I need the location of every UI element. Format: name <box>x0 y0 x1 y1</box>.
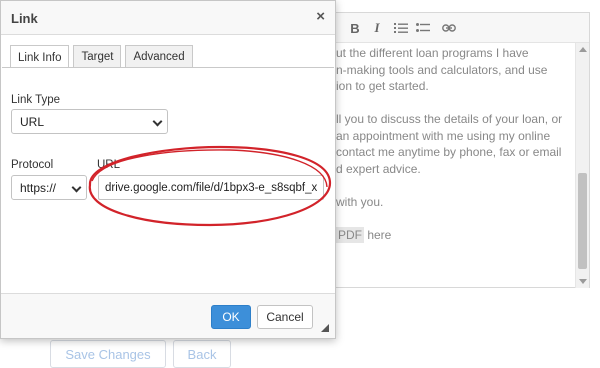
tab-target[interactable]: Target <box>73 45 122 68</box>
bold-button[interactable]: B <box>346 19 364 37</box>
scrollbar-thumb[interactable] <box>578 173 587 269</box>
protocol-select[interactable]: https:// <box>11 175 87 200</box>
tab-link-info[interactable]: Link Info <box>10 45 70 69</box>
url-input[interactable] <box>98 175 324 200</box>
bullet-list-icon <box>416 23 430 32</box>
close-icon[interactable]: × <box>316 9 325 25</box>
editor-line: an appointment with me using my online <box>336 128 551 143</box>
save-changes-button[interactable]: Save Changes <box>50 340 166 368</box>
bold-icon: B <box>350 20 360 36</box>
link-type-select[interactable]: URL <box>11 109 168 134</box>
dialog-tabs: Link Info Target Advanced <box>10 45 197 69</box>
chevron-down-icon <box>152 116 163 127</box>
resize-handle-icon[interactable] <box>321 324 329 332</box>
cancel-button[interactable]: Cancel <box>257 305 313 329</box>
italic-button[interactable]: I <box>368 19 386 37</box>
numbered-list-icon <box>394 23 408 33</box>
editor-line: ut the different loan programs I have <box>336 46 529 60</box>
tab-advanced[interactable]: Advanced <box>125 45 193 68</box>
editor-scrollbar[interactable] <box>575 43 589 288</box>
back-button[interactable]: Back <box>173 340 231 368</box>
link-button[interactable] <box>440 19 458 37</box>
scroll-up-icon[interactable] <box>579 47 587 52</box>
editor-line: with you. <box>336 194 384 209</box>
editor-line: contact me anytime by phone, fax or emai… <box>336 145 562 159</box>
pdf-chip[interactable]: PDF <box>336 226 364 243</box>
link-type-value: URL <box>20 114 45 129</box>
link-info-panel: Link Type URL Protocol https:// URL <box>2 67 334 293</box>
url-label: URL <box>97 159 121 171</box>
protocol-value: https:// <box>20 180 57 195</box>
scroll-down-icon[interactable] <box>579 279 587 284</box>
protocol-label: Protocol <box>11 159 54 171</box>
link-dialog: Link × Link Info Target Advanced Link Ty… <box>0 0 336 339</box>
dialog-footer: OK Cancel <box>1 293 335 338</box>
ok-button[interactable]: OK <box>211 305 251 329</box>
editor-toolbar: B I <box>336 13 589 43</box>
editor-content[interactable]: ut the different loan programs I have n-… <box>336 43 576 288</box>
dialog-header: Link × <box>1 1 335 35</box>
pdf-suffix: here <box>364 227 392 242</box>
editor-line: n-making tools and calculators, and use <box>336 62 548 77</box>
editor-line: ll you to discuss the details of your lo… <box>336 112 563 126</box>
bullet-list-button[interactable] <box>414 19 432 37</box>
dialog-title: Link <box>11 11 38 26</box>
editor-line: d expert advice. <box>336 161 421 176</box>
numbered-list-button[interactable] <box>392 19 410 37</box>
link-type-label: Link Type <box>11 94 61 106</box>
link-icon <box>442 24 456 32</box>
editor-line: ion to get started. <box>336 79 429 93</box>
rich-text-editor: B I ut the different loan programs I hav… <box>335 12 590 288</box>
editor-line: PDF here <box>336 226 576 244</box>
chevron-down-icon <box>71 182 82 193</box>
italic-icon: I <box>374 20 380 35</box>
